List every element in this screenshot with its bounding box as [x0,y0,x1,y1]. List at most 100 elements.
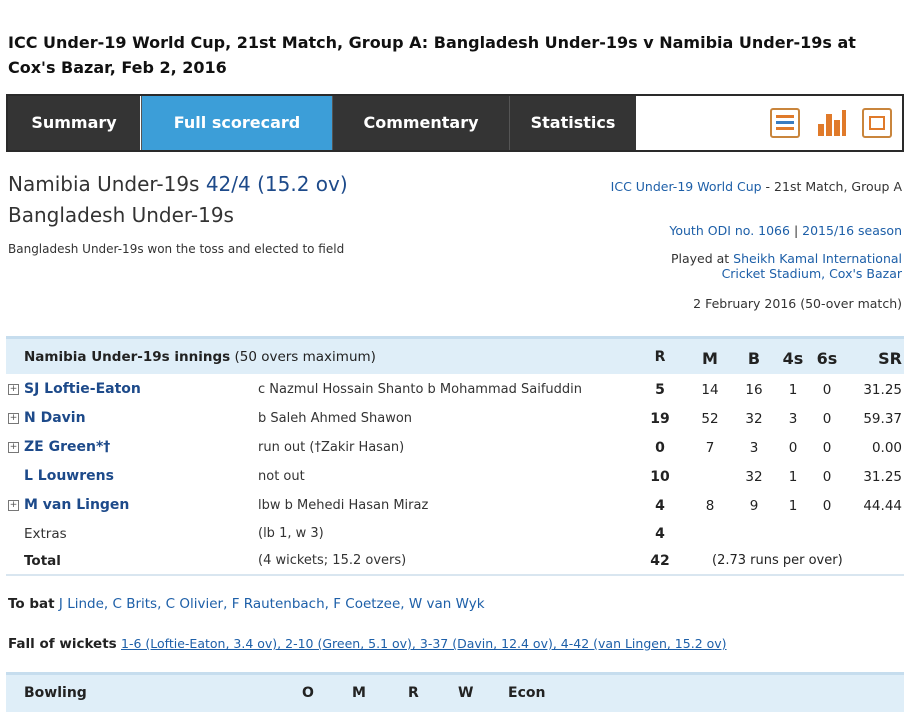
balls: 32 [745,411,763,427]
match-date: 2 February 2016 (50-over match) [693,296,902,311]
to-bat-players[interactable]: J Linde, C Brits, C Olivier, F Rautenbac… [59,596,485,612]
odi-info: Youth ODI no. 1066 | 2015/16 season [669,223,902,238]
minutes: 14 [701,382,719,398]
toss-result: Bangladesh Under-19s won the toss and el… [8,242,345,256]
batting-team-line: Namibia Under-19s 42/4 (15.2 ov) [8,172,348,196]
col-header-wickets: W [458,685,474,701]
minutes: 52 [701,411,719,427]
innings-title: Namibia Under-19s innings [24,349,231,365]
balls: 16 [745,382,763,398]
scorecard-nav: Summary Full scorecard Commentary Statis… [6,94,904,152]
batsman-row: + SJ Loftie-Eaton c Nazmul Hossain Shant… [6,376,904,405]
expand-icon[interactable]: + [8,500,19,511]
page-title: ICC Under-19 World Cup, 21st Match, Grou… [8,33,856,77]
total-row: Total (4 wickets; 15.2 overs) 42 (2.73 r… [6,547,904,576]
sixes: 0 [822,411,832,427]
runs: 5 [655,382,665,398]
minutes: 8 [705,498,715,514]
col-header-balls: B [747,349,761,368]
col-header-maidens: M [352,685,366,701]
series-link[interactable]: ICC Under-19 World Cup [611,179,762,194]
balls: 3 [749,440,759,456]
runs: 10 [650,469,670,485]
strike-rate: 59.37 [863,411,902,427]
season-link[interactable]: 2015/16 season [802,223,902,238]
tab-summary[interactable]: Summary [8,96,140,150]
extras-value: 4 [655,526,665,542]
batsman-name[interactable]: N Davin [24,410,86,426]
popup-window-icon[interactable] [862,108,892,138]
batsman-name[interactable]: M van Lingen [24,497,129,513]
bowling-title: Bowling [24,685,87,701]
sixes: 0 [822,440,832,456]
balls: 9 [749,498,759,514]
runs: 19 [650,411,670,427]
scorecard-list-icon[interactable] [770,108,800,138]
total-label: Total [24,553,61,569]
expand-icon[interactable]: + [8,413,19,424]
tab-commentary[interactable]: Commentary [332,96,509,150]
fours: 1 [788,382,798,398]
total-value: 42 [650,553,670,569]
runs: 4 [655,498,665,514]
runs: 0 [655,440,665,456]
fall-of-wickets-line: Fall of wickets 1-6 (Loftie-Eaton, 3.4 o… [8,636,727,652]
fours: 1 [788,498,798,514]
tab-full-scorecard[interactable]: Full scorecard [141,96,332,150]
total-detail: (4 wickets; 15.2 overs) [258,553,407,568]
dismissal: lbw b Mehedi Hasan Miraz [258,498,429,513]
strike-rate: 0.00 [871,440,902,456]
fielding-team-name: Bangladesh Under-19s [8,203,234,227]
fours: 0 [788,440,798,456]
fall-of-wickets-details[interactable]: 1-6 (Loftie-Eaton, 3.4 ov), 2-10 (Green,… [121,636,727,651]
bar-chart-icon[interactable] [816,108,846,138]
run-rate: (2.73 runs per over) [712,553,843,568]
fall-of-wickets-label: Fall of wickets [8,636,117,652]
series-info: ICC Under-19 World Cup - 21st Match, Gro… [610,179,902,194]
extras-detail: (lb 1, w 3) [258,526,324,541]
batting-team-score: 42/4 (15.2 ov) [205,172,348,196]
fours: 3 [788,411,798,427]
to-bat-line: To bat J Linde, C Brits, C Olivier, F Ra… [8,596,485,612]
batsman-row: L Louwrens not out 10 32 1 0 31.25 [6,463,904,492]
sixes: 0 [822,498,832,514]
batsman-row: + M van Lingen lbw b Mehedi Hasan Miraz … [6,492,904,521]
sixes: 0 [822,382,832,398]
col-header-runs-conceded: R [408,685,419,701]
batting-team-name: Namibia Under-19s [8,172,200,196]
sixes: 0 [822,469,832,485]
venue-link[interactable]: Sheikh Kamal International Cricket Stadi… [722,251,902,281]
batsman-row: + N Davin b Saleh Ahmed Shawon 19 52 32 … [6,405,904,434]
strike-rate: 31.25 [863,469,902,485]
col-header-minutes: M [702,349,718,368]
innings-subtitle: (50 overs maximum) [234,349,376,365]
dismissal: c Nazmul Hossain Shanto b Mohammad Saifu… [258,382,582,397]
divider [6,574,904,576]
col-header-runs: R [654,349,666,365]
innings-header: Namibia Under-19s innings (50 overs maxi… [6,336,904,374]
col-header-overs: O [302,685,314,701]
venue-info: Played at Sheikh Kamal International Cri… [670,251,902,281]
dismissal: not out [258,469,305,484]
tab-statistics[interactable]: Statistics [509,96,636,150]
col-header-economy: Econ [508,685,546,701]
batsman-name[interactable]: L Louwrens [24,468,114,484]
extras-row: Extras (lb 1, w 3) 4 [6,520,904,549]
dismissal: b Saleh Ahmed Shawon [258,411,413,426]
col-header-fours: 4s [782,349,804,368]
batsman-row: + ZE Green*† run out (†Zakir Hasan) 0 7 … [6,434,904,463]
bowling-header: Bowling O M R W Econ [6,672,904,712]
expand-icon[interactable]: + [8,442,19,453]
col-header-strike-rate: SR [878,349,902,368]
minutes: 7 [705,440,715,456]
dismissal: run out (†Zakir Hasan) [258,440,405,455]
strike-rate: 31.25 [863,382,902,398]
fours: 1 [788,469,798,485]
expand-icon[interactable]: + [8,384,19,395]
col-header-sixes: 6s [816,349,838,368]
extras-label: Extras [24,526,67,542]
batsman-name[interactable]: ZE Green*† [24,439,110,455]
batsman-name[interactable]: SJ Loftie-Eaton [24,381,141,397]
odi-number-link[interactable]: Youth ODI no. 1066 [669,223,790,238]
balls: 32 [745,469,763,485]
